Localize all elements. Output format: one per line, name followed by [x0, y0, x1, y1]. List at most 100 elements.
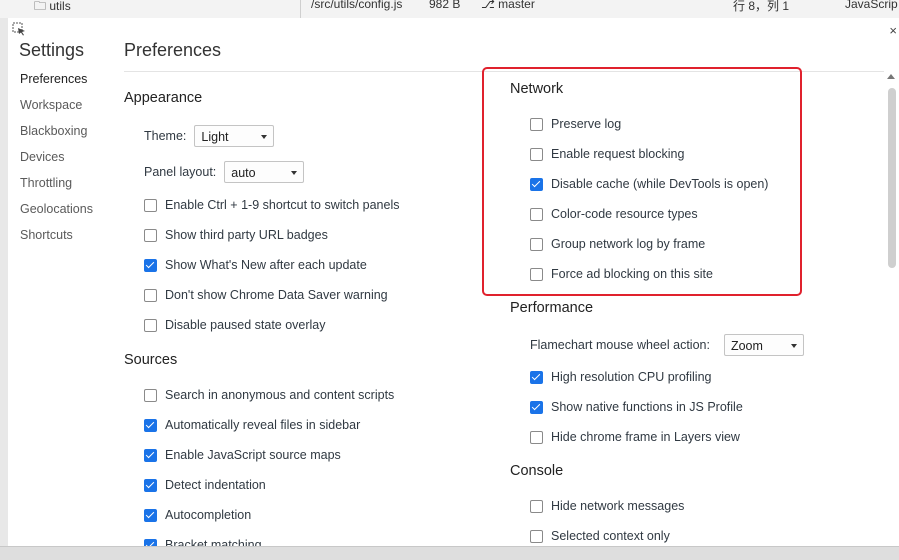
checkbox-label[interactable]: High resolution CPU profiling: [551, 370, 712, 384]
checkbox-label[interactable]: Enable JavaScript source maps: [165, 448, 341, 462]
appearance-option-row[interactable]: Enable Ctrl + 1-9 shortcut to switch pan…: [144, 190, 474, 220]
branch: ⎇ master: [481, 0, 535, 11]
checkbox-label[interactable]: Disable paused state overlay: [165, 318, 326, 332]
checkbox-label[interactable]: Don't show Chrome Data Saver warning: [165, 288, 388, 302]
checkbox[interactable]: [144, 318, 157, 332]
performance-option-row[interactable]: Hide chrome frame in Layers view: [530, 422, 880, 452]
theme-label: Theme:: [144, 129, 187, 143]
appearance-option-row[interactable]: Show third party URL badges: [144, 220, 474, 250]
checkbox[interactable]: [144, 198, 157, 212]
network-option-row[interactable]: Enable request blocking: [530, 139, 880, 169]
close-icon[interactable]: ×: [889, 24, 897, 38]
sources-option-row[interactable]: Autocompletion: [144, 500, 474, 530]
sidebar-item-preferences[interactable]: Preferences: [8, 68, 118, 94]
sources-heading: Sources: [124, 352, 178, 368]
performance-option-row[interactable]: Show native functions in JS Profile: [530, 392, 880, 422]
checkbox-label[interactable]: Autocompletion: [165, 508, 251, 522]
checkbox[interactable]: [144, 388, 157, 402]
network-options: Preserve log Enable request blocking Disab…: [510, 109, 880, 289]
checkbox-label[interactable]: Hide network messages: [551, 499, 684, 513]
sources-option-row[interactable]: Automatically reveal files in sidebar: [144, 410, 474, 440]
sources-option-row[interactable]: Detect indentation: [144, 470, 474, 500]
flamechart-row: Flamechart mouse wheel action: Zoom: [530, 328, 880, 362]
scroll-up-arrow-icon[interactable]: [887, 74, 895, 79]
background-bottom-edge: [0, 546, 899, 560]
checkbox[interactable]: [144, 258, 157, 272]
appearance-option-row[interactable]: Don't show Chrome Data Saver warning: [144, 280, 474, 310]
console-option-row[interactable]: Hide network messages: [530, 491, 880, 521]
sources-option-row[interactable]: Bracket matching: [144, 530, 474, 546]
checkbox[interactable]: [530, 430, 543, 444]
checkbox-label[interactable]: Bracket matching: [165, 538, 262, 546]
checkbox-label[interactable]: Enable request blocking: [551, 147, 684, 161]
checkbox[interactable]: [530, 267, 543, 281]
checkbox-label[interactable]: Force ad blocking on this site: [551, 267, 713, 281]
checkbox-label[interactable]: Group network log by frame: [551, 237, 705, 251]
sidebar-item-shortcuts[interactable]: Shortcuts: [8, 224, 118, 250]
sources-option-row[interactable]: Search in anonymous and content scripts: [144, 380, 474, 410]
flamechart-select[interactable]: Zoom: [723, 334, 804, 356]
folder-label: 🗀 utils: [34, 0, 71, 13]
checkbox-label[interactable]: Preserve log: [551, 117, 621, 131]
git-branch-icon: ⎇: [481, 0, 495, 11]
appearance-option-row[interactable]: Show What's New after each update: [144, 250, 474, 280]
checkbox[interactable]: [144, 448, 157, 462]
network-option-row[interactable]: Disable cache (while DevTools is open): [530, 169, 880, 199]
checkbox[interactable]: [530, 237, 543, 251]
network-option-row[interactable]: Group network log by frame: [530, 229, 880, 259]
sources-option-row[interactable]: Enable JavaScript source maps: [144, 440, 474, 470]
network-option-row[interactable]: Force ad blocking on this site: [530, 259, 880, 289]
page-title: Preferences: [124, 40, 222, 60]
checkbox[interactable]: [144, 478, 157, 492]
flamechart-label: Flamechart mouse wheel action:: [530, 338, 710, 352]
file-path: /src/utils/config.js: [311, 0, 403, 11]
checkbox[interactable]: [144, 508, 157, 522]
checkbox[interactable]: [144, 538, 157, 546]
panel-layout-select[interactable]: auto: [224, 161, 305, 183]
network-option-row[interactable]: Color-code resource types: [530, 199, 880, 229]
checkbox-label[interactable]: Selected context only: [551, 529, 670, 543]
console-options: Hide network messages Selected context on…: [510, 491, 880, 546]
sidebar-item-blackboxing[interactable]: Blackboxing: [8, 120, 118, 146]
scrollbar-thumb[interactable]: [888, 88, 896, 268]
checkbox[interactable]: [530, 370, 543, 384]
inspect-element-icon[interactable]: [12, 22, 26, 36]
checkbox[interactable]: [530, 117, 543, 131]
checkbox-label[interactable]: Automatically reveal files in sidebar: [165, 418, 360, 432]
console-option-row[interactable]: Selected context only: [530, 521, 880, 546]
checkbox-label[interactable]: Disable cache (while DevTools is open): [551, 177, 768, 191]
sidebar-item-geolocations[interactable]: Geolocations: [8, 198, 118, 224]
chevron-down-icon: [291, 171, 298, 175]
theme-select[interactable]: Light: [194, 125, 275, 147]
settings-dialog: × Settings Preferences Workspace Blackboxi…: [8, 18, 899, 546]
checkbox[interactable]: [144, 288, 157, 302]
checkbox-label[interactable]: Show native functions in JS Profile: [551, 400, 743, 414]
checkbox[interactable]: [530, 400, 543, 414]
background-status-strip: 🗀 utils /src/utils/config.js 982 B ⎇ mas…: [0, 0, 899, 19]
appearance-option-row[interactable]: Disable paused state overlay: [144, 310, 474, 340]
checkbox[interactable]: [530, 529, 543, 543]
checkbox-label[interactable]: Color-code resource types: [551, 207, 698, 221]
checkbox[interactable]: [530, 207, 543, 221]
sidebar-item-devices[interactable]: Devices: [8, 146, 118, 172]
sidebar-item-throttling[interactable]: Throttling: [8, 172, 118, 198]
checkbox-label[interactable]: Search in anonymous and content scripts: [165, 388, 394, 402]
checkbox[interactable]: [530, 177, 543, 191]
chevron-down-icon: [261, 135, 268, 139]
sidebar-item-workspace[interactable]: Workspace: [8, 94, 118, 120]
checkbox-label[interactable]: Hide chrome frame in Layers view: [551, 430, 740, 444]
checkbox[interactable]: [530, 147, 543, 161]
checkbox[interactable]: [144, 228, 157, 242]
chevron-down-icon: [790, 344, 797, 348]
checkbox-label[interactable]: Show What's New after each update: [165, 258, 367, 272]
network-option-row[interactable]: Preserve log: [530, 109, 880, 139]
checkbox[interactable]: [144, 418, 157, 432]
checkbox-label[interactable]: Enable Ctrl + 1-9 shortcut to switch pan…: [165, 198, 400, 212]
performance-option-row[interactable]: High resolution CPU profiling: [530, 362, 880, 392]
panel-layout-row: Panel layout: auto: [144, 154, 474, 190]
checkbox-label[interactable]: Detect indentation: [165, 478, 266, 492]
column-divider: [300, 0, 301, 18]
checkbox-label[interactable]: Show third party URL badges: [165, 228, 328, 242]
sources-options: Search in anonymous and content scripts A…: [124, 380, 474, 546]
checkbox[interactable]: [530, 499, 543, 513]
